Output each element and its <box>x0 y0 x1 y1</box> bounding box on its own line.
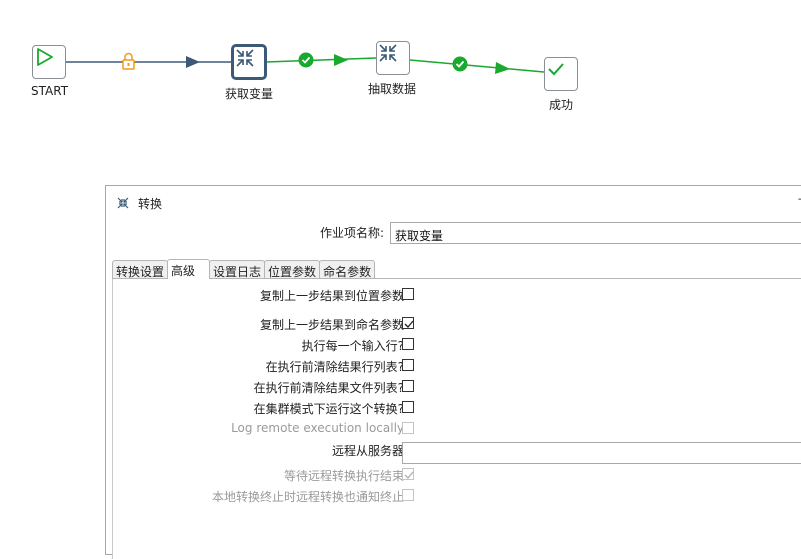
tab-positional-params[interactable]: 位置参数 <box>264 260 321 279</box>
hop-arrow-icon <box>186 56 200 68</box>
advanced-tab-panel: 复制上一步结果到位置参数 复制上一步结果到命名参数 执行每一个输入行? 在执行前… <box>112 279 801 559</box>
remote-slave-server-label: 远程从服务器 <box>331 444 404 458</box>
play-icon <box>37 48 53 66</box>
notify-remote-stop-label: 本地转换终止时远程转换也通知终止 <box>211 490 404 504</box>
workflow-canvas[interactable]: START 获取变量 抽取数据 成功 <box>0 0 801 180</box>
check-icon <box>548 63 564 76</box>
extract-node[interactable] <box>376 41 410 75</box>
tab-advanced[interactable]: 高级 <box>167 259 211 279</box>
hop-extract-to-success[interactable] <box>409 59 545 73</box>
success-node-label: 成功 <box>549 98 574 112</box>
cluster-mode-label: 在集群模式下运行这个转换? <box>253 402 404 416</box>
copy-results-to-params-label: 复制上一步结果到命名参数 <box>259 318 404 332</box>
tab-bar: 转换设置 高级 设置日志 位置参数 命名参数 <box>112 259 376 279</box>
transform-icon <box>236 49 254 67</box>
success-check-icon <box>452 56 468 72</box>
transform-icon <box>117 197 129 209</box>
remote-slave-server-field[interactable] <box>402 442 801 464</box>
dialog-title: 转换 <box>138 196 163 211</box>
copy-results-to-params-checkbox[interactable] <box>402 317 414 329</box>
copy-results-to-args-checkbox[interactable] <box>402 288 414 300</box>
hop-arrow-icon <box>495 62 510 74</box>
success-node[interactable] <box>544 57 578 91</box>
checkmark-icon <box>404 320 414 328</box>
log-remote-locally-label: Log remote execution locally <box>231 421 404 435</box>
extract-node-label: 抽取数据 <box>368 82 417 96</box>
clear-result-rows-checkbox[interactable] <box>402 359 414 371</box>
tab-transformation-settings[interactable]: 转换设置 <box>112 260 169 279</box>
checkmark-icon <box>404 471 414 479</box>
minimize-button[interactable]: − <box>797 192 801 206</box>
clear-result-files-label: 在执行前清除结果文件列表? <box>253 381 404 395</box>
copy-results-to-args-label: 复制上一步结果到位置参数 <box>259 289 404 303</box>
tab-logging[interactable]: 设置日志 <box>209 260 266 279</box>
cluster-mode-checkbox[interactable] <box>402 401 414 413</box>
dialog-title-bar[interactable]: 转换 <box>116 195 162 211</box>
hop-arrow-icon <box>334 54 348 66</box>
job-entry-name-field[interactable]: 获取变量 <box>390 222 801 244</box>
start-node[interactable] <box>32 45 66 79</box>
wait-remote-finish-checkbox <box>402 468 414 480</box>
clear-result-files-checkbox[interactable] <box>402 380 414 392</box>
notify-remote-stop-checkbox <box>402 489 414 501</box>
get-vars-node-label: 获取变量 <box>225 87 274 101</box>
transform-icon <box>379 44 397 62</box>
wait-remote-finish-label: 等待远程转换执行结束 <box>283 469 404 483</box>
clear-result-rows-label: 在执行前清除结果行列表? <box>265 360 404 374</box>
transformation-dialog: 转换 − 作业项名称: 获取变量 转换设置 高级 设置日志 位置参数 命名参数 … <box>105 185 801 559</box>
lock-icon <box>122 52 135 70</box>
execute-each-row-checkbox[interactable] <box>402 338 414 350</box>
execute-each-row-label: 执行每一个输入行? <box>301 339 404 353</box>
start-node-label: START <box>31 84 69 98</box>
hop-get-vars-to-extract[interactable] <box>265 57 377 63</box>
get-vars-node[interactable] <box>231 44 267 80</box>
log-remote-locally-checkbox <box>402 422 414 434</box>
success-check-icon <box>298 52 314 68</box>
tab-named-params[interactable]: 命名参数 <box>319 260 376 279</box>
job-entry-name-label: 作业项名称: <box>320 226 385 240</box>
